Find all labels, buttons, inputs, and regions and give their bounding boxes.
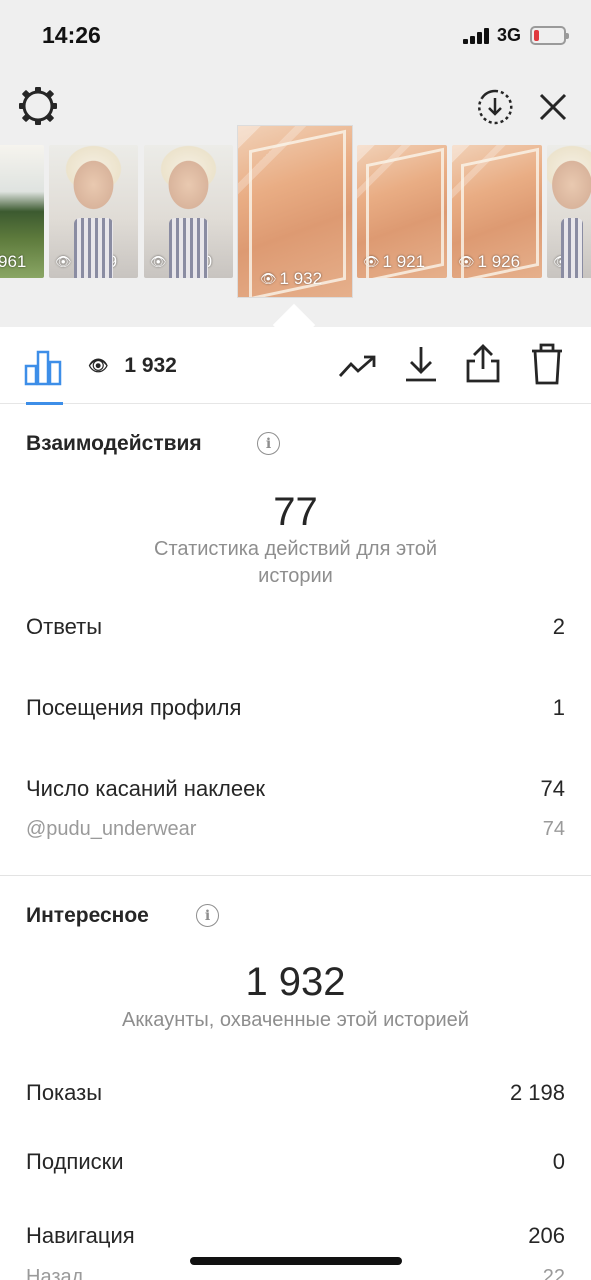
story-thumbnail[interactable]: 👁 1 939 — [49, 145, 138, 278]
stats-toolbar: 👁 1 932 — [0, 327, 591, 405]
stat-label: Навигация — [26, 1223, 135, 1248]
info-icon[interactable]: i — [196, 904, 219, 927]
stat-sub-row: @pudu_underwear 74 — [26, 818, 565, 841]
interactions-section: Взаимодействия i 77 Статистика действий … — [0, 404, 591, 874]
stat-value: 74 — [540, 776, 565, 801]
stat-label: Показы — [26, 1080, 103, 1105]
section-title: Интересное — [26, 904, 149, 927]
stat-value: 206 — [528, 1223, 565, 1248]
stat-sub-label: @pudu_underwear — [26, 818, 197, 840]
stat-sub-value: 22 — [542, 1266, 565, 1280]
stat-label: Ответы — [26, 614, 103, 639]
download-icon[interactable] — [404, 345, 438, 383]
story-thumbnail-selected[interactable]: 👁 1 932 — [238, 126, 352, 297]
story-views: 👁 1 932 — [260, 269, 323, 288]
home-indicator[interactable] — [190, 1257, 402, 1265]
views-count: 👁 1 932 — [88, 354, 177, 377]
info-icon[interactable]: i — [257, 432, 280, 455]
story-views: 👁 1 940 — [150, 252, 213, 271]
stat-label: Посещения профиля — [26, 695, 242, 720]
trash-icon[interactable] — [530, 343, 564, 385]
stat-value: 1 — [552, 695, 565, 720]
story-thumbnail[interactable]: 👁 1 — [547, 145, 591, 278]
discovery-section: Интересное i 1 932 Аккаунты, охваченные … — [0, 876, 591, 1280]
interactions-caption: Статистика действий для этой истории — [154, 538, 437, 587]
share-icon[interactable] — [466, 343, 500, 383]
stat-label: Число касаний наклеек — [26, 776, 265, 801]
eye-icon: 👁 — [88, 358, 109, 375]
stat-value: 0 — [552, 1149, 565, 1174]
eye-icon: 👁 — [363, 254, 380, 269]
story-views: 👁 1 939 — [55, 252, 118, 271]
story-thumbnail[interactable]: 👁 1 921 — [357, 145, 447, 278]
stat-value: 2 — [552, 614, 565, 639]
eye-icon: 👁 — [458, 254, 475, 269]
stat-row: Навигация 206 — [26, 1223, 565, 1249]
stat-sub-label: Назад — [26, 1266, 84, 1280]
story-thumbnail[interactable]: 👁 1 940 — [144, 145, 233, 278]
stat-row: Ответы 2 — [26, 614, 565, 640]
eye-icon: 👁 — [150, 254, 167, 269]
bar-chart-icon[interactable] — [24, 348, 64, 386]
stat-row: Число касаний наклеек 74 — [26, 776, 565, 802]
stat-row: Подписки 0 — [26, 1149, 565, 1175]
stat-row: Посещения профиля 1 — [26, 695, 565, 721]
section-title: Взаимодействия — [26, 432, 202, 455]
stat-sub-value: 74 — [542, 818, 565, 840]
story-thumbnail[interactable]: 961 — [0, 145, 44, 278]
eye-icon: 👁 — [260, 271, 277, 286]
story-thumbnails: 961 👁 1 939 👁 1 940 👁 1 932 👁 1 921 👁 1 926 👁… — [0, 0, 591, 327]
eye-icon: 👁 — [55, 254, 72, 269]
reach-caption: Аккаунты, охваченные этой историей — [122, 1009, 469, 1031]
story-views: 👁 1 926 — [458, 252, 521, 271]
trending-icon[interactable] — [338, 353, 378, 379]
eye-icon: 👁 — [553, 254, 570, 269]
reach-total: 1 932 — [245, 960, 346, 1004]
story-views: 👁 1 — [553, 252, 582, 271]
stat-row: Показы 2 198 — [26, 1080, 565, 1106]
stat-sub-row: Назад 22 — [26, 1266, 565, 1280]
story-views: 961 — [0, 252, 27, 271]
stat-label: Подписки — [26, 1149, 124, 1174]
story-thumbnail[interactable]: 👁 1 926 — [452, 145, 542, 278]
story-views: 👁 1 921 — [363, 252, 426, 271]
stat-value: 2 198 — [509, 1080, 565, 1105]
interactions-total: 77 — [273, 490, 318, 534]
